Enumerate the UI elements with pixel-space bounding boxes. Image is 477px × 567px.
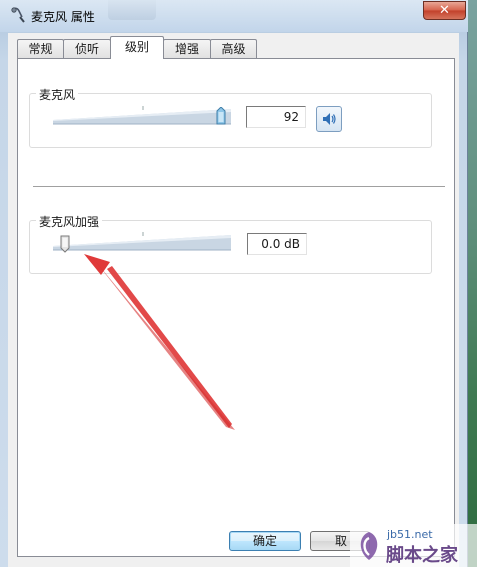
dialog-client-area: 常规 侦听 级别 增强 高级 麦克风 92 麦克风加强 0.0 dB 确定 取	[8, 33, 459, 567]
tab-label: 级别	[124, 40, 149, 54]
title-bar[interactable]: 麦克风 属性 ✕	[0, 0, 468, 32]
microphone-label: 麦克风	[36, 86, 79, 103]
microphone-slider[interactable]	[53, 106, 233, 128]
microphone-slider-thumb[interactable]	[216, 106, 226, 125]
tab-label: 侦听	[74, 42, 99, 56]
tab-advanced[interactable]: 高级	[210, 39, 257, 58]
speaker-icon	[323, 113, 336, 125]
boost-level-value: 0.0 dB	[261, 237, 300, 251]
properties-dialog: 麦克风 属性 ✕ 常规 侦听 级别 增强 高级 麦克风 92 麦克风加强 0.0…	[0, 0, 468, 567]
boost-level-field[interactable]: 0.0 dB	[247, 233, 307, 255]
watermark-url: jb51.net	[387, 528, 433, 541]
boost-slider[interactable]	[53, 232, 233, 254]
boost-label: 麦克风加强	[36, 213, 103, 230]
minimize-button[interactable]	[108, 0, 156, 20]
close-icon: ✕	[439, 3, 450, 18]
levels-panel: 麦克风 92 麦克风加强 0.0 dB	[17, 58, 455, 557]
boost-slider-thumb[interactable]	[60, 235, 70, 253]
tab-general[interactable]: 常规	[17, 39, 64, 58]
window-title: 麦克风 属性	[31, 10, 95, 24]
mute-button[interactable]	[316, 106, 342, 132]
ok-button[interactable]: 确定	[229, 531, 301, 551]
tab-enhancements[interactable]: 增强	[163, 39, 211, 58]
cancel-button-label: 取	[335, 534, 348, 548]
microphone-icon	[10, 6, 26, 24]
site-logo-icon	[360, 532, 378, 560]
section-divider	[33, 186, 445, 187]
microphone-level-field[interactable]: 92	[246, 106, 306, 128]
tab-label: 常规	[28, 42, 53, 56]
tab-listen[interactable]: 侦听	[63, 39, 111, 58]
microphone-level-value: 92	[283, 110, 299, 124]
ok-button-label: 确定	[252, 534, 277, 548]
watermark-name: 脚本之家	[386, 545, 458, 566]
tab-levels[interactable]: 级别	[110, 36, 164, 59]
close-button[interactable]: ✕	[423, 1, 466, 20]
site-watermark: jb51.net 脚本之家	[350, 524, 477, 567]
tab-label: 高级	[221, 42, 246, 56]
tab-label: 增强	[174, 42, 199, 56]
